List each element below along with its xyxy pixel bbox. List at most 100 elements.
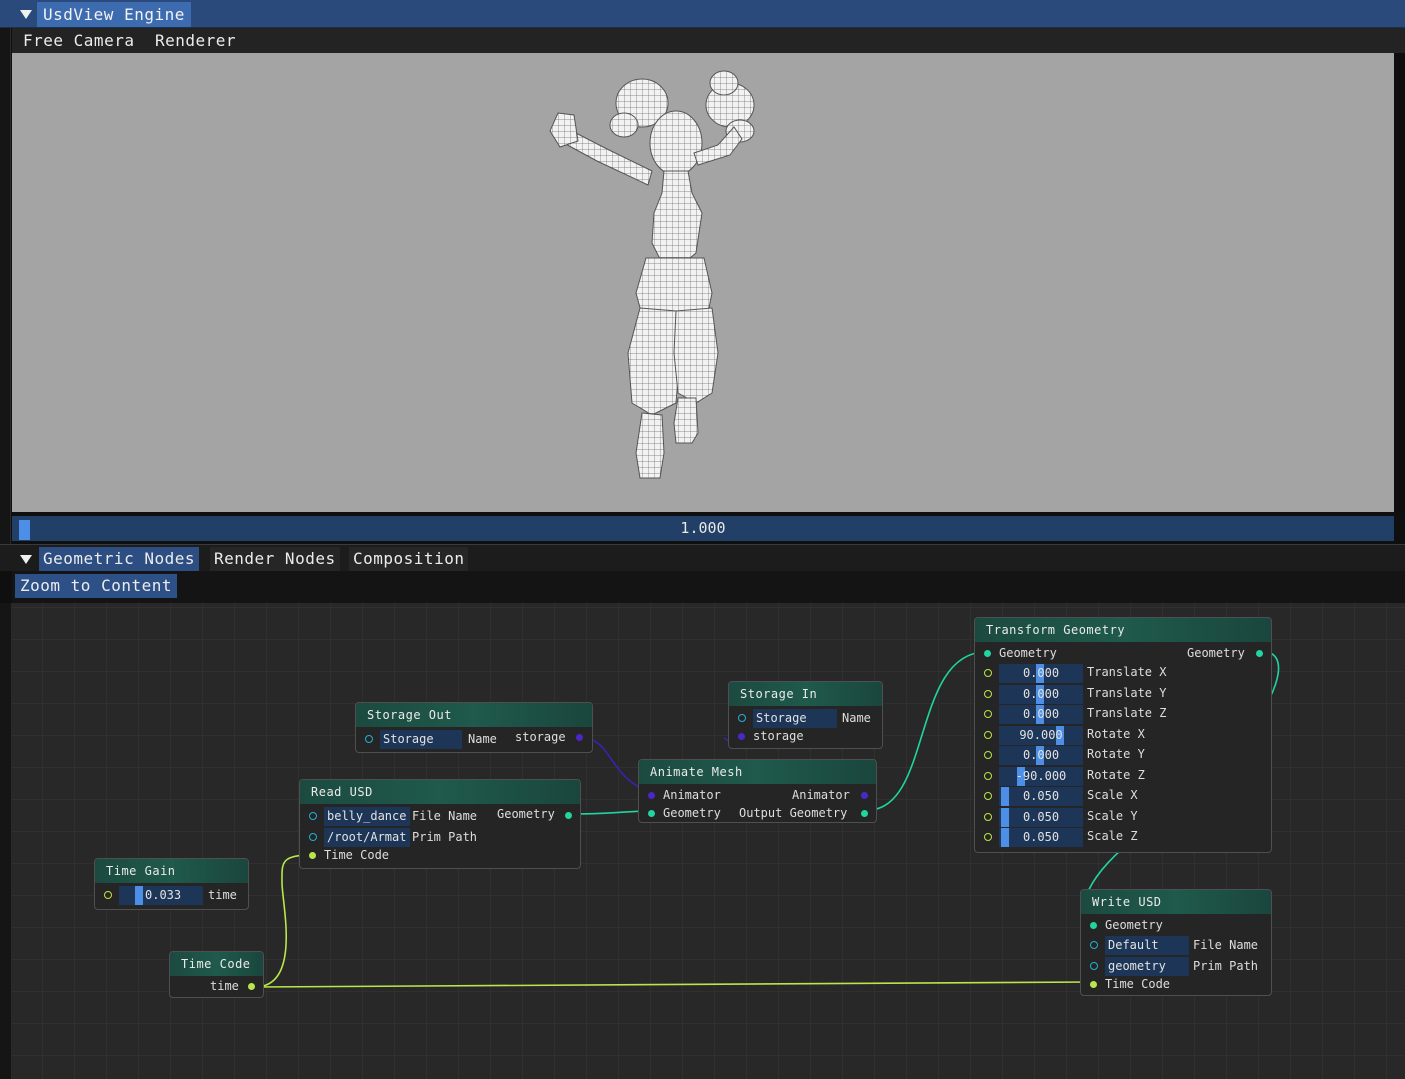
param-label: Translate X <box>1087 665 1167 679</box>
node-title: Write USD <box>1081 890 1271 914</box>
input-pin[interactable] <box>984 669 992 677</box>
storage-name-field[interactable]: Storage <box>380 730 462 749</box>
window-tab-usdview-engine[interactable]: UsdView Engine <box>37 2 191 27</box>
field-label: time <box>208 888 237 902</box>
translate-x-field[interactable]: 0.000 <box>999 664 1083 683</box>
file-name-field[interactable]: belly_dance <box>324 807 410 826</box>
input-pin[interactable] <box>648 792 655 799</box>
input-pin[interactable] <box>984 792 992 800</box>
output-pin[interactable] <box>565 812 572 819</box>
timeline-value: 1.000 <box>680 519 726 537</box>
field-label: File Name <box>412 809 478 823</box>
input-pin[interactable] <box>309 852 316 859</box>
zoom-to-content-button[interactable]: Zoom to Content <box>15 574 177 598</box>
input-label: Time Code <box>324 848 390 862</box>
input-pin[interactable] <box>309 833 317 841</box>
output-pin[interactable] <box>861 810 868 817</box>
input-pin[interactable] <box>1090 981 1097 988</box>
param-label: Translate Y <box>1087 686 1167 700</box>
node-write-usd[interactable]: Write USD Geometry Default File Name geo… <box>1080 889 1272 996</box>
timeline-slider[interactable]: 1.000 <box>12 516 1394 541</box>
node-title: Storage In <box>729 682 882 706</box>
field-label: Name <box>842 711 871 725</box>
input-label: storage <box>753 729 804 743</box>
scale-x-field[interactable]: 0.050 <box>999 787 1083 806</box>
tab-geometric-nodes[interactable]: Geometric Nodes <box>39 547 199 571</box>
storage-name-field[interactable]: Storage <box>753 709 837 728</box>
node-time-gain[interactable]: Time Gain 0.033 time <box>94 858 249 910</box>
input-label: Time Code <box>1105 977 1171 991</box>
scale-y-field[interactable]: 0.050 <box>999 808 1083 827</box>
output-label: Output Geometry <box>739 806 848 820</box>
param-label: Scale X <box>1087 788 1138 802</box>
param-label: Rotate Z <box>1087 768 1145 782</box>
node-editor-toolbar: Zoom to Content <box>12 571 1405 603</box>
node-storage-out[interactable]: Storage Out Storage Name storage <box>355 702 593 753</box>
rotate-x-field[interactable]: 90.000 <box>999 726 1083 745</box>
input-pin[interactable] <box>984 833 992 841</box>
input-pin[interactable] <box>984 772 992 780</box>
scale-z-field[interactable]: 0.050 <box>999 828 1083 847</box>
input-pin[interactable] <box>984 710 992 718</box>
input-pin[interactable] <box>984 813 992 821</box>
input-pin[interactable] <box>738 714 746 722</box>
output-pin[interactable] <box>861 792 868 799</box>
rotate-y-field[interactable]: 0.000 <box>999 746 1083 765</box>
input-pin[interactable] <box>984 731 992 739</box>
output-pin[interactable] <box>1256 650 1263 657</box>
translate-z-field[interactable]: 0.000 <box>999 705 1083 724</box>
menu-renderer[interactable]: Renderer <box>155 31 236 50</box>
input-label: Geometry <box>1105 918 1163 932</box>
input-pin[interactable] <box>984 690 992 698</box>
field-label: Name <box>468 732 497 746</box>
prim-path-field[interactable]: geometry <box>1105 957 1189 976</box>
character-wireframe-mesh <box>549 70 755 479</box>
input-pin[interactable] <box>984 751 992 759</box>
node-editor-tabbar: Geometric Nodes Render Nodes Composition <box>0 544 1405 571</box>
input-pin[interactable] <box>1090 941 1098 949</box>
collapse-triangle-icon[interactable] <box>18 6 34 22</box>
input-pin[interactable] <box>365 735 373 743</box>
3d-viewport[interactable] <box>12 53 1394 512</box>
input-pin[interactable] <box>309 812 317 820</box>
node-storage-in[interactable]: Storage In Storage Name storage <box>728 681 883 749</box>
input-pin[interactable] <box>1090 922 1097 929</box>
node-title: Animate Mesh <box>639 760 876 784</box>
prim-path-field[interactable]: /root/Armat <box>324 828 410 847</box>
input-pin[interactable] <box>104 891 112 899</box>
wire-animate-transform <box>867 651 987 811</box>
field-label: Prim Path <box>412 830 478 844</box>
output-label: Animator <box>792 788 850 802</box>
left-dock-strip <box>0 603 12 1079</box>
menu-free-camera[interactable]: Free Camera <box>23 31 134 50</box>
collapse-triangle-icon[interactable] <box>18 551 34 567</box>
node-title: Time Code <box>170 952 263 976</box>
input-pin[interactable] <box>1090 962 1098 970</box>
tab-composition[interactable]: Composition <box>349 547 469 571</box>
translate-y-field[interactable]: 0.000 <box>999 685 1083 704</box>
output-pin[interactable] <box>248 983 255 990</box>
viewport-scrollbar[interactable] <box>1394 53 1405 512</box>
time-gain-field[interactable]: 0.033 <box>119 886 203 905</box>
input-pin[interactable] <box>984 650 991 657</box>
field-label: File Name <box>1193 938 1259 952</box>
input-pin[interactable] <box>648 810 655 817</box>
input-label: Geometry <box>999 646 1057 660</box>
node-transform-geometry[interactable]: Transform Geometry Geometry Geometry 0.0… <box>974 617 1272 853</box>
file-name-field[interactable]: Default <box>1105 936 1189 955</box>
node-read-usd[interactable]: Read USD belly_dance File Name Geometry … <box>299 779 581 869</box>
node-graph-canvas[interactable]: Storage Out Storage Name storage Storage… <box>12 603 1405 1079</box>
viewport-menubar: Free Camera Renderer <box>12 28 1405 53</box>
left-dock-strip <box>0 28 11 544</box>
rotate-z-field[interactable]: -90.000 <box>999 767 1083 786</box>
node-time-code[interactable]: Time Code time <box>169 951 264 998</box>
input-pin[interactable] <box>738 733 745 740</box>
output-label: storage <box>515 730 566 744</box>
output-pin[interactable] <box>576 734 583 741</box>
tab-render-nodes[interactable]: Render Nodes <box>210 547 340 571</box>
param-label: Rotate Y <box>1087 747 1145 761</box>
output-label: Geometry <box>1187 646 1245 660</box>
param-label: Rotate X <box>1087 727 1145 741</box>
wire-timecode-write <box>254 981 1095 988</box>
node-animate-mesh[interactable]: Animate Mesh Animator Animator Geometry … <box>638 759 877 823</box>
